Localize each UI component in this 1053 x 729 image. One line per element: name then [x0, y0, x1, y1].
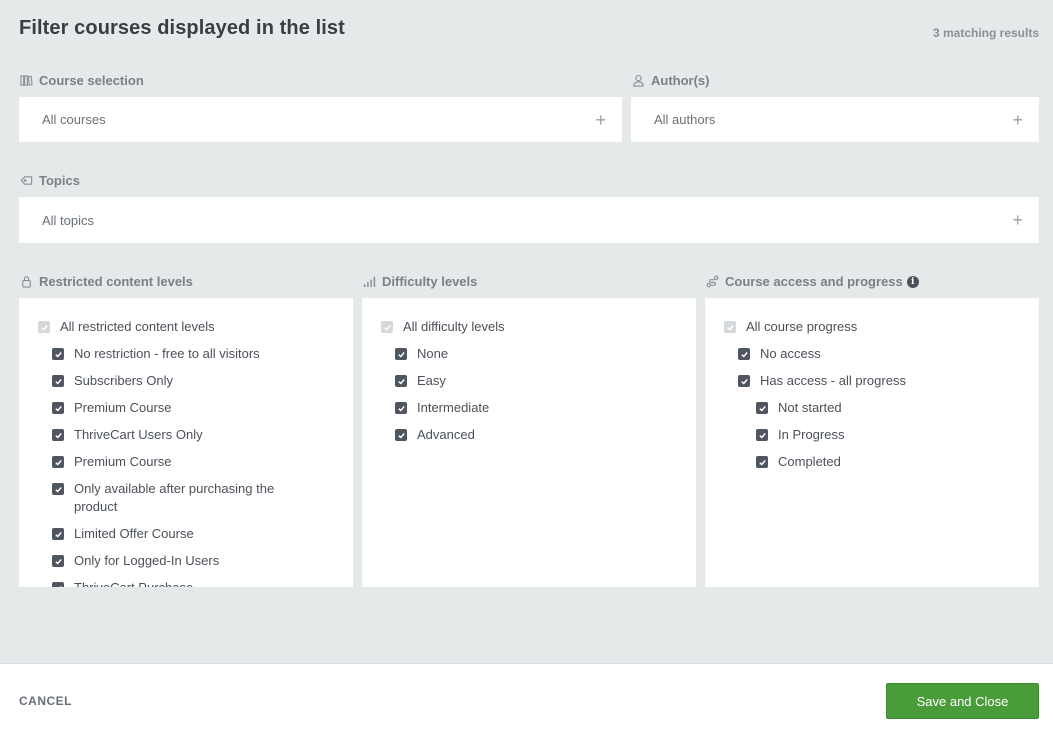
lock-icon — [19, 275, 33, 289]
restricted-panel: All restricted content levels No restric… — [19, 298, 353, 587]
checkbox-icon — [52, 582, 64, 587]
progress-sub-item[interactable]: Not started — [705, 399, 1039, 417]
restricted-item[interactable]: ThriveCart Users Only — [19, 426, 353, 444]
add-course-icon[interactable]: + — [595, 111, 606, 129]
authors-label: Author(s) — [631, 73, 710, 88]
restricted-label: Restricted content levels — [19, 274, 193, 289]
bars-icon — [362, 275, 376, 289]
progress-label: Course access and progress i — [705, 274, 919, 289]
checkbox-icon — [738, 375, 750, 387]
difficulty-label: Difficulty levels — [362, 274, 477, 289]
checkbox-icon — [381, 321, 393, 333]
restricted-item[interactable]: Limited Offer Course — [19, 525, 353, 543]
restricted-item[interactable]: Only available after purchasing the prod… — [19, 480, 353, 516]
checkbox-icon — [395, 402, 407, 414]
checkbox-icon — [395, 348, 407, 360]
difficulty-all-checkbox[interactable]: All difficulty levels — [362, 318, 696, 336]
checkbox-icon — [52, 483, 64, 495]
difficulty-item[interactable]: Intermediate — [362, 399, 696, 417]
course-selection-value: All courses — [42, 112, 106, 127]
restricted-item[interactable]: No restriction - free to all visitors — [19, 345, 353, 363]
restricted-item[interactable]: Subscribers Only — [19, 372, 353, 390]
restricted-item[interactable]: ThriveCart Purchase — [19, 579, 353, 587]
checkbox-icon — [52, 429, 64, 441]
add-author-icon[interactable]: + — [1012, 111, 1023, 129]
matching-results: 3 matching results — [932, 26, 1039, 40]
authors-value: All authors — [654, 112, 716, 127]
checkbox-icon — [52, 375, 64, 387]
books-icon — [19, 74, 33, 88]
checkbox-icon — [724, 321, 736, 333]
course-selection-select[interactable]: All courses + — [19, 97, 622, 142]
checkbox-icon — [38, 321, 50, 333]
restricted-item[interactable]: Premium Course — [19, 453, 353, 471]
footer-bar: CANCEL Save and Close — [0, 663, 1053, 729]
user-icon — [631, 74, 645, 88]
no-access-checkbox[interactable]: No access — [705, 345, 1039, 363]
route-icon — [705, 275, 719, 289]
difficulty-panel: All difficulty levels None Easy Intermed… — [362, 298, 696, 587]
restricted-all-checkbox[interactable]: All restricted content levels — [19, 318, 353, 336]
progress-sub-item[interactable]: In Progress — [705, 426, 1039, 444]
authors-select[interactable]: All authors + — [631, 97, 1039, 142]
difficulty-item[interactable]: Advanced — [362, 426, 696, 444]
cancel-button[interactable]: CANCEL — [19, 694, 72, 708]
checkbox-icon — [52, 456, 64, 468]
checkbox-icon — [52, 348, 64, 360]
add-topic-icon[interactable]: + — [1012, 211, 1023, 229]
progress-all-checkbox[interactable]: All course progress — [705, 318, 1039, 336]
page-title: Filter courses displayed in the list — [19, 17, 345, 39]
progress-panel: All course progress No access Has access… — [705, 298, 1039, 587]
checkbox-icon — [52, 528, 64, 540]
restricted-item[interactable]: Premium Course — [19, 399, 353, 417]
checkbox-icon — [395, 429, 407, 441]
checkbox-icon — [756, 456, 768, 468]
tag-icon — [19, 174, 33, 188]
checkbox-icon — [395, 375, 407, 387]
checkbox-icon — [756, 429, 768, 441]
topics-label: Topics — [19, 173, 80, 188]
has-access-checkbox[interactable]: Has access - all progress — [705, 372, 1039, 390]
info-icon[interactable]: i — [906, 275, 919, 288]
difficulty-item[interactable]: Easy — [362, 372, 696, 390]
checkbox-icon — [738, 348, 750, 360]
topics-value: All topics — [42, 212, 95, 228]
checkbox-icon — [52, 402, 64, 414]
checkbox-icon — [756, 402, 768, 414]
progress-sub-item[interactable]: Completed — [705, 453, 1039, 471]
restricted-item[interactable]: Only for Logged-In Users — [19, 552, 353, 570]
topics-select[interactable]: All topics + — [19, 197, 1039, 243]
course-selection-label: Course selection — [19, 73, 144, 88]
save-and-close-button[interactable]: Save and Close — [886, 683, 1039, 719]
checkbox-icon — [52, 555, 64, 567]
difficulty-item[interactable]: None — [362, 345, 696, 363]
